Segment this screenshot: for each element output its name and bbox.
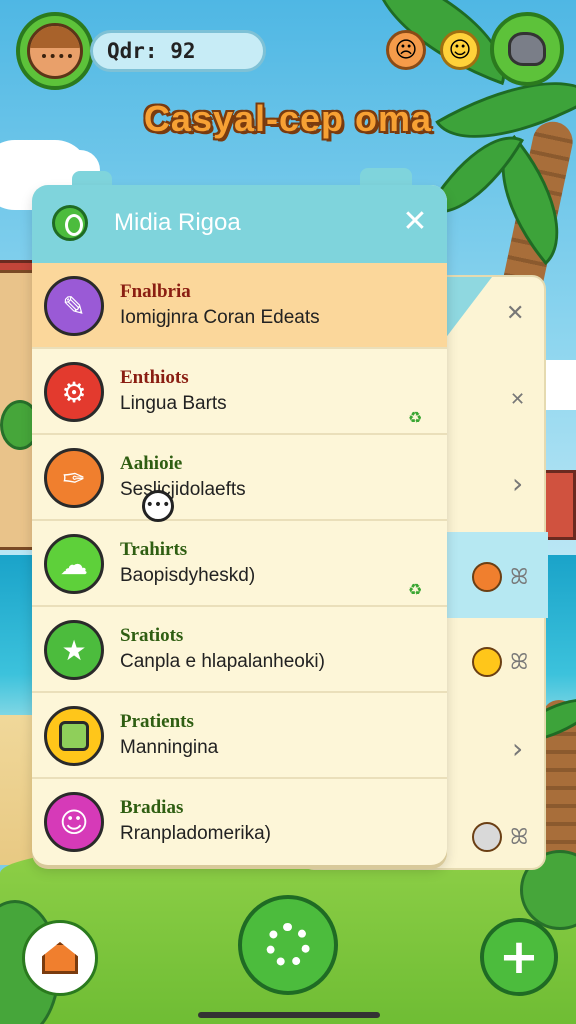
player-name-badge: Qdr: 92 <box>90 30 266 72</box>
item-subtitle: Manningina <box>120 737 219 758</box>
smiley-face-icon[interactable]: ☺ <box>440 30 480 70</box>
close-icon[interactable]: ✕ <box>510 389 525 410</box>
chevron-right-icon[interactable]: › <box>512 732 523 765</box>
tools-icon: ✎ <box>44 276 104 336</box>
game-title: Casyal-cep oma <box>143 98 433 139</box>
item-list: ✎ Fnalbria Iomigjnra Coran Edeats ⚙ Enth… <box>32 263 447 865</box>
globe-icon <box>52 205 88 241</box>
item-subtitle: Iomigjnra Coran Edeats <box>120 307 320 328</box>
star-icon: ★ <box>44 620 104 680</box>
item-subtitle: Lingua Barts <box>120 393 227 414</box>
gear-icon: ⚙ <box>44 362 104 422</box>
speech-bubble-icon: ••• <box>142 490 174 522</box>
home-indicator[interactable] <box>198 1012 380 1018</box>
rock-menu-button[interactable] <box>490 12 564 86</box>
recycle-icon: ♻ <box>407 580 423 599</box>
list-item[interactable]: ☺ Bradias Rranpladomerika) <box>32 779 447 865</box>
item-title: Bradias <box>120 797 184 818</box>
angry-face-icon[interactable]: ☹ <box>386 30 426 70</box>
panel-header: Midia Rigoa ✕ <box>32 185 447 263</box>
notebook-icon <box>44 706 104 766</box>
chat-icon: ☁ <box>44 534 104 594</box>
item-title: Pratients <box>120 711 194 732</box>
item-title: Aahioie <box>120 453 183 474</box>
close-icon[interactable]: ✕ <box>398 205 432 239</box>
home-button[interactable] <box>22 920 98 996</box>
settings-button[interactable] <box>238 895 338 995</box>
item-title: Enthiots <box>120 367 189 388</box>
item-title: Trahirts <box>120 539 188 560</box>
list-item[interactable]: ☁ Trahirts Baopisdyheskd) ♻ <box>32 521 447 607</box>
chevron-right-icon[interactable]: › <box>512 467 523 500</box>
list-item[interactable]: ★ Sratiots Canpla e hlapalanheoki) <box>32 607 447 693</box>
list-item[interactable]: ✑ Aahioie Seslicjidolaefts <box>32 435 447 521</box>
rock-icon <box>508 32 546 66</box>
brush-icon: ✑ <box>44 448 104 508</box>
panel-title: Midia Rigoa <box>114 209 241 236</box>
media-panel: Midia Rigoa ✕ ✎ Fnalbria Iomigjnra Coran… <box>32 185 447 865</box>
item-subtitle: Seslicjidolaefts <box>120 479 246 500</box>
player-avatar-button[interactable] <box>16 12 94 90</box>
item-title: Sratiots <box>120 625 184 646</box>
list-item[interactable]: Pratients Manningina <box>32 693 447 779</box>
pattern-icon: ꕤ <box>510 650 529 675</box>
gear-icon <box>266 923 310 967</box>
badge-icon <box>472 822 502 852</box>
add-button[interactable]: + <box>480 918 558 996</box>
list-item[interactable]: ✎ Fnalbria Iomigjnra Coran Edeats <box>32 263 447 349</box>
list-item[interactable]: ⚙ Enthiots Lingua Barts ♻ <box>32 349 447 435</box>
item-subtitle: Canpla e hlapalanheoki) <box>120 651 325 672</box>
plus-icon: + <box>498 929 540 985</box>
item-subtitle: Rranpladomerika) <box>120 823 272 844</box>
close-icon[interactable]: ✕ <box>506 301 524 326</box>
pattern-icon: ꕤ <box>510 565 529 590</box>
badge-icon <box>472 647 502 677</box>
home-icon <box>42 942 78 974</box>
recycle-icon: ♻ <box>407 408 423 427</box>
avatar <box>27 23 83 79</box>
item-title: Fnalbria <box>120 281 191 302</box>
item-subtitle: Baopisdyheskd) <box>120 565 256 586</box>
badge-icon <box>472 562 502 592</box>
pattern-icon: ꕤ <box>510 825 529 850</box>
ghost-icon: ☺ <box>44 792 104 852</box>
